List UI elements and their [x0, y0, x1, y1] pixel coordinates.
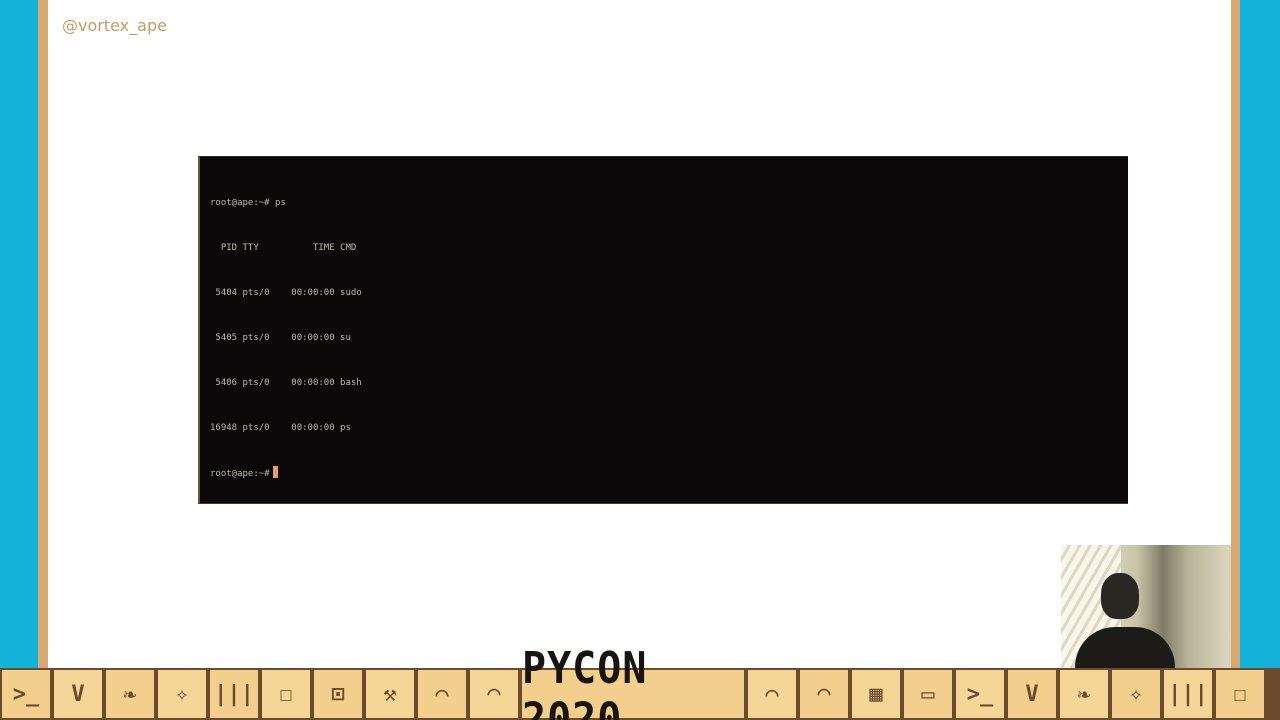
browser-window-icon: ▭ [902, 668, 954, 720]
leaf-wreath-icon-glyph: ❧ [123, 681, 137, 707]
bars-icon: ||| [208, 668, 260, 720]
wrench-icon-glyph: ⚒ [383, 681, 397, 707]
dome-arch-icon: ◠ [798, 668, 850, 720]
bars-icon: ||| [1162, 668, 1214, 720]
star-diamond-icon: ✧ [1110, 668, 1162, 720]
chevron-v-icon-glyph: V [71, 681, 85, 707]
star-diamond-icon-glyph: ✧ [1129, 681, 1143, 707]
bridge-arch-icon: ⌒ [416, 668, 468, 720]
window-grid-icon: ▦ [850, 668, 902, 720]
terminal-line: 5406 pts/0 00:00:00 bash [210, 378, 362, 388]
terminal-line: PID TTY TIME CMD [210, 243, 357, 253]
browser-window-icon-glyph: ▭ [921, 681, 935, 707]
bridge-arch-icon: ⌒ [746, 668, 798, 720]
terminal-prompt-icon: >_ [0, 668, 52, 720]
window-grid-icon-glyph: ▦ [869, 681, 883, 707]
bars-icon-glyph: ||| [214, 681, 254, 707]
speaker-head [1101, 573, 1139, 619]
banner-left-tiles: >_ V ❧ ✧ ||| ☐ ⊡ ⚒ ⌒ ◠ [0, 668, 520, 720]
bridge-arch-icon-glyph: ⌒ [765, 681, 779, 707]
terminal-prompt-icon: >_ [954, 668, 1006, 720]
leaf-wreath-icon-glyph: ❧ [1077, 681, 1091, 707]
robot-icon-glyph: ☐ [1233, 681, 1247, 707]
left-border [0, 0, 38, 668]
right-border [1240, 0, 1280, 668]
circuit-icon: ⊡ [312, 668, 364, 720]
dome-arch-icon-glyph: ◠ [817, 681, 831, 707]
chevron-v-icon: V [52, 668, 104, 720]
star-diamond-icon: ✧ [156, 668, 208, 720]
twitter-handle: @vortex_ape [62, 16, 167, 35]
terminal-line: 16948 pts/0 00:00:00 ps [210, 423, 351, 433]
terminal-prompt-line[interactable]: root@ape:~# [210, 466, 362, 481]
leaf-wreath-icon: ❧ [104, 668, 156, 720]
dome-arch-icon-glyph: ◠ [487, 681, 501, 707]
robot-icon: ☐ [260, 668, 312, 720]
terminal-line: 5405 pts/0 00:00:00 su [210, 333, 351, 343]
slide: @vortex_ape root@ape:~# ps PID TTY TIME … [48, 0, 1231, 668]
terminal-line: 5404 pts/0 00:00:00 sudo [210, 288, 362, 298]
pycon-logo: PYCON 2020 [520, 643, 746, 720]
right-border-trim [1231, 0, 1240, 668]
terminal-prompt-icon-glyph: >_ [966, 681, 994, 707]
presentation-frame: @vortex_ape root@ape:~# ps PID TTY TIME … [0, 0, 1280, 720]
chevron-v-icon: V [1006, 668, 1058, 720]
pycon-banner: >_ V ❧ ✧ ||| ☐ ⊡ ⚒ ⌒ ◠ PYCON 2020 ⌒ ◠ ▦ ▭ >_ V ❧ ✧ ||| ☐ [0, 643, 1280, 720]
terminal-prompt-icon-glyph: >_ [12, 681, 40, 707]
terminal-output: root@ape:~# ps PID TTY TIME CMD 5404 pts… [210, 166, 362, 511]
left-border-trim [38, 0, 48, 668]
robot-icon: ☐ [1214, 668, 1266, 720]
terminal-line: root@ape:~# ps [210, 198, 286, 208]
terminal-prompt: root@ape:~# [210, 469, 270, 479]
circuit-icon-glyph: ⊡ [331, 681, 345, 707]
terminal-window[interactable]: root@ape:~# ps PID TTY TIME CMD 5404 pts… [198, 156, 1128, 504]
bars-icon-glyph: ||| [1168, 681, 1208, 707]
dome-arch-icon: ◠ [468, 668, 520, 720]
speaker-webcam [1061, 545, 1231, 668]
chevron-v-icon-glyph: V [1025, 681, 1039, 707]
bridge-arch-icon-glyph: ⌒ [435, 681, 449, 707]
banner-right-tiles: ⌒ ◠ ▦ ▭ >_ V ❧ ✧ ||| ☐ [746, 668, 1266, 720]
wrench-icon: ⚒ [364, 668, 416, 720]
pycon-logo-text: PYCON 2020 [522, 643, 648, 720]
leaf-wreath-icon: ❧ [1058, 668, 1110, 720]
robot-icon-glyph: ☐ [279, 681, 293, 707]
terminal-cursor [272, 466, 278, 478]
star-diamond-icon-glyph: ✧ [175, 681, 189, 707]
